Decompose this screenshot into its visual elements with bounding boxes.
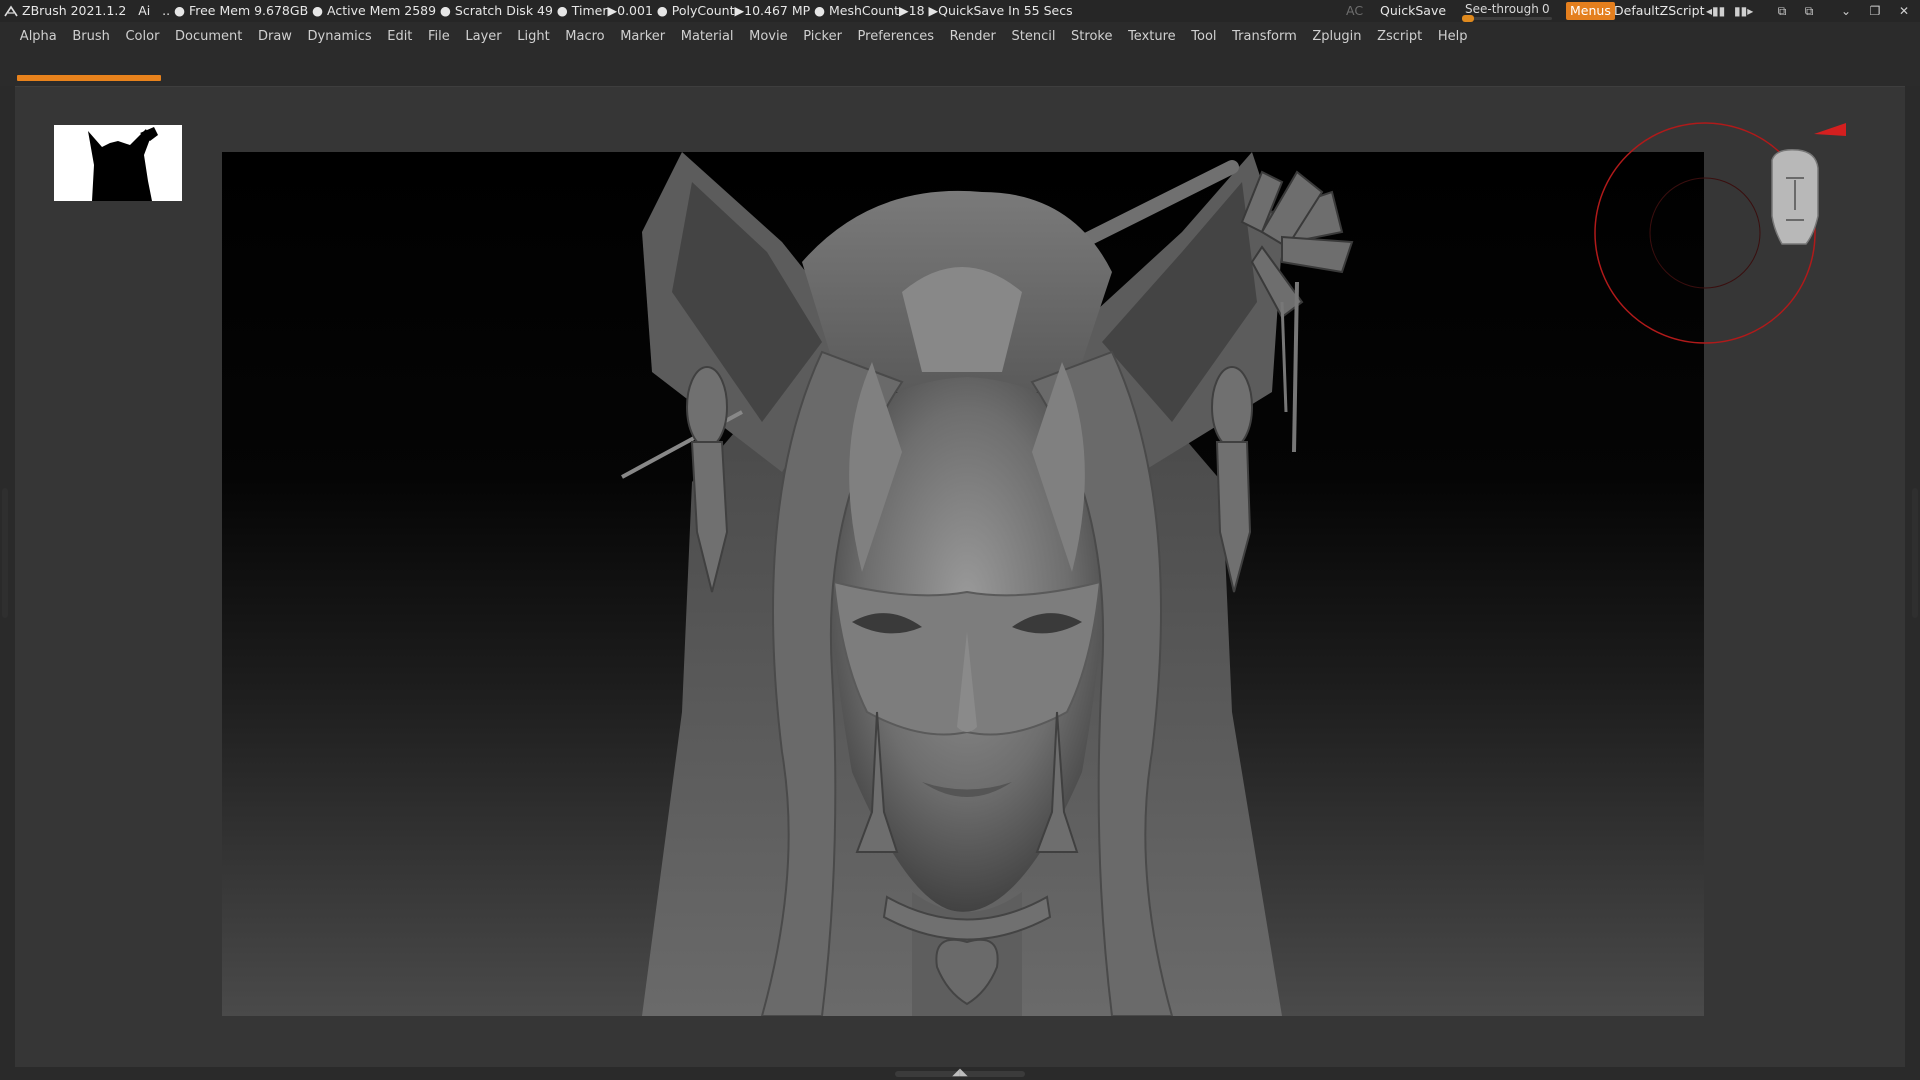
status-text: ● Free Mem 9.678GB ● Active Mem 2589 ● S… [174, 3, 1073, 18]
menus-button[interactable]: Menus [1566, 2, 1615, 20]
top-shelf [0, 52, 1920, 86]
right-tray-handle[interactable] [1912, 488, 1918, 618]
menu-item-document[interactable]: Document [167, 22, 250, 52]
status-line: ZBrush 2021.1.2 Ai .. ● Free Mem 9.678GB… [22, 0, 1073, 22]
menu-item-brush[interactable]: Brush [65, 22, 118, 52]
menu-list: Alpha Brush Color Document Draw Dynamics Edit F… [0, 22, 1920, 52]
menu-item-preferences[interactable]: Preferences [850, 22, 942, 52]
scroll-right-icon[interactable]: ▮▮▸ [1734, 3, 1753, 19]
menu-item-picker[interactable]: Picker [795, 22, 849, 52]
axis-gizmo-icon [1814, 123, 1863, 176]
menu-item-zscript[interactable]: Zscript [1369, 22, 1430, 52]
quicksave-button[interactable]: QuickSave [1380, 0, 1446, 22]
menu-item-material[interactable]: Material [673, 22, 741, 52]
menu-item-texture[interactable]: Texture [1120, 22, 1183, 52]
viewport-canvas[interactable] [222, 152, 1704, 1016]
sculpt-model [621, 152, 1354, 1016]
menu-bar: Alpha Brush Color Document Draw Dynamics Edit F… [0, 22, 1920, 52]
ac-toggle[interactable]: AC [1346, 0, 1363, 22]
app-version: ZBrush 2021.1.2 [22, 3, 127, 18]
see-through-track[interactable] [1462, 15, 1552, 22]
thumbnail-silhouette [88, 127, 158, 201]
maximize-icon[interactable]: ❐ [1866, 3, 1884, 19]
menu-item-macro[interactable]: Macro [557, 22, 612, 52]
progress-bar [17, 75, 161, 81]
menu-item-zplugin[interactable]: Zplugin [1305, 22, 1370, 52]
menu-item-file[interactable]: File [420, 22, 457, 52]
title-bar: ZBrush 2021.1.2 Ai .. ● Free Mem 9.678GB… [0, 0, 1920, 22]
menu-item-dynamics[interactable]: Dynamics [300, 22, 380, 52]
menu-item-color[interactable]: Color [118, 22, 168, 52]
menu-item-help[interactable]: Help [1430, 22, 1475, 52]
navigation-head-icon [1771, 148, 1819, 245]
menu-item-alpha[interactable]: Alpha [12, 22, 65, 52]
ai-label[interactable]: Ai [138, 3, 150, 18]
default-zscript-button[interactable]: DefaultZScript [1614, 0, 1705, 22]
menu-item-movie[interactable]: Movie [741, 22, 795, 52]
menu-item-marker[interactable]: Marker [612, 22, 673, 52]
bottom-tray-arrows-icon[interactable]: ◢◣ [946, 1066, 974, 1080]
navigation-thumbnail[interactable] [54, 125, 182, 201]
scroll-left-icon[interactable]: ◂▮▮ [1706, 3, 1725, 19]
menu-item-layer[interactable]: Layer [458, 22, 510, 52]
menu-item-draw[interactable]: Draw [250, 22, 300, 52]
close-icon[interactable]: ✕ [1895, 3, 1913, 19]
menu-item-transform[interactable]: Transform [1224, 22, 1304, 52]
layout-icon[interactable]: ⧉ [1773, 3, 1791, 19]
see-through-slider[interactable]: See-through 0 [1462, 0, 1552, 22]
menu-item-edit[interactable]: Edit [379, 22, 420, 52]
status-separator: .. [162, 3, 171, 18]
see-through-handle[interactable] [1462, 15, 1474, 22]
zbrush-logo-icon [4, 5, 18, 17]
minimize-icon[interactable]: ⌄ [1837, 3, 1855, 19]
navigation-gizmo[interactable] [1590, 120, 1863, 360]
left-tray-handle[interactable] [2, 488, 8, 618]
menu-item-tool[interactable]: Tool [1183, 22, 1224, 52]
menu-item-stencil[interactable]: Stencil [1004, 22, 1064, 52]
menu-item-stroke[interactable]: Stroke [1063, 22, 1120, 52]
layout-alt-icon[interactable]: ⧉ [1800, 3, 1818, 19]
menu-item-render[interactable]: Render [942, 22, 1004, 52]
menu-item-light[interactable]: Light [509, 22, 557, 52]
